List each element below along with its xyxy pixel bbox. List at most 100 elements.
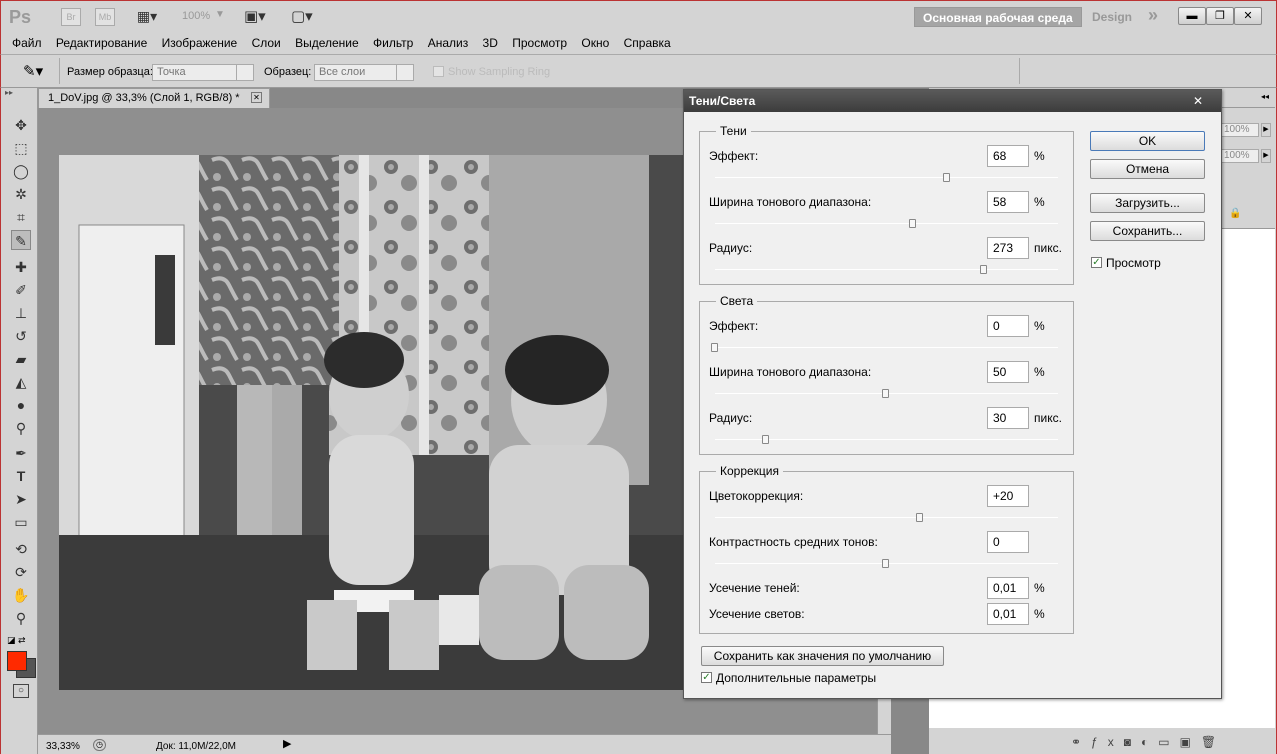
path-select-tool-icon[interactable]: ➤	[11, 489, 31, 509]
divider	[1019, 58, 1020, 84]
highlights-radius-input[interactable]: 30	[987, 407, 1029, 429]
hand-tool-icon[interactable]: ✋	[11, 585, 31, 605]
default-colors-icon[interactable]: ◪ ⇄	[7, 635, 26, 646]
pen-tool-icon[interactable]: ✒	[11, 443, 31, 463]
zoom-level-select[interactable]: 100%	[182, 10, 210, 22]
clone-stamp-tool-icon[interactable]: ⊥	[11, 303, 31, 323]
layers-footer-icons[interactable]: ⚭ƒx◙◐▭▣🗑	[1071, 735, 1226, 749]
zoom-tool-icon[interactable]: ⚲	[11, 608, 31, 628]
3d-orbit-tool-icon[interactable]: ⟳	[11, 562, 31, 582]
menu-select[interactable]: Выделение	[284, 32, 359, 54]
shadows-radius-slider-thumb[interactable]	[980, 265, 987, 274]
shape-tool-icon[interactable]: ▭	[11, 512, 31, 532]
mini-bridge-button[interactable]: Mb	[95, 8, 115, 26]
highlights-amount-input[interactable]: 0	[987, 315, 1029, 337]
lasso-tool-icon[interactable]: ◯	[11, 161, 31, 181]
show-ring-checkbox[interactable]	[433, 66, 444, 77]
marquee-tool-icon[interactable]: ⬚	[11, 138, 31, 158]
close-tab-icon[interactable]: ✕	[251, 92, 262, 103]
eraser-tool-icon[interactable]: ▰	[11, 349, 31, 369]
highlights-amount-slider-thumb[interactable]	[711, 343, 718, 352]
restore-button[interactable]: ❐	[1206, 7, 1234, 25]
workspace-design-button[interactable]: Design	[1084, 7, 1140, 27]
status-menu-arrow-icon[interactable]: ▶	[283, 737, 291, 750]
white-clip-input[interactable]: 0,01	[987, 603, 1029, 625]
film-icon[interactable]: ▦▾	[131, 8, 163, 26]
menu-3d[interactable]: 3D	[472, 32, 498, 54]
minimize-button[interactable]: ▬	[1178, 7, 1206, 25]
menu-image[interactable]: Изображение	[151, 32, 238, 54]
move-tool-icon[interactable]: ✥	[11, 115, 31, 135]
menu-analysis[interactable]: Анализ	[417, 32, 469, 54]
arrange-documents-icon[interactable]: ▣▾	[244, 7, 266, 25]
eyedropper-preset-icon[interactable]: ✎▾	[23, 62, 43, 80]
document-tab[interactable]: 1_DoV.jpg @ 33,3% (Слой 1, RGB/8) * ✕	[38, 88, 270, 108]
menu-layer[interactable]: Слои	[241, 32, 281, 54]
shadows-radius-slider-track[interactable]	[715, 269, 1058, 270]
shadows-tonal-slider-thumb[interactable]	[909, 219, 916, 228]
collapse-icon[interactable]: ▸▸	[5, 88, 13, 97]
blur-tool-icon[interactable]: ●	[11, 395, 31, 415]
color-correction-input[interactable]: +20	[987, 485, 1029, 507]
close-window-button[interactable]: ✕	[1234, 7, 1262, 25]
chevron-down-icon[interactable]: ▼	[215, 9, 225, 20]
collapse-panels-icon[interactable]: ◂◂	[1261, 92, 1269, 101]
shadows-radius-input[interactable]: 273	[987, 237, 1029, 259]
ok-button[interactable]: OK	[1090, 131, 1205, 151]
dodge-tool-icon[interactable]: ⚲	[11, 418, 31, 438]
shadows-amount-slider-track[interactable]	[715, 177, 1058, 178]
more-options-checkbox[interactable]: ✓	[701, 672, 712, 683]
type-tool-icon[interactable]: T	[11, 466, 31, 486]
fill-field[interactable]: 100%	[1221, 149, 1259, 163]
paint-bucket-tool-icon[interactable]: ◭	[11, 372, 31, 392]
lock-icon[interactable]: 🔒	[1229, 208, 1241, 219]
menu-file[interactable]: Файл	[1, 32, 42, 54]
eyedropper-tool-icon[interactable]: ✎	[11, 230, 31, 250]
opacity-field[interactable]: 100%	[1221, 123, 1259, 137]
preview-checkbox[interactable]: ✓	[1091, 257, 1102, 268]
black-clip-input[interactable]: 0,01	[987, 577, 1029, 599]
cancel-button[interactable]: Отмена	[1090, 159, 1205, 179]
save-button[interactable]: Сохранить...	[1090, 221, 1205, 241]
healing-brush-tool-icon[interactable]: ✚	[11, 257, 31, 277]
dialog-close-icon[interactable]: ✕	[1193, 90, 1203, 112]
tools-panel: ▸▸ ✥ ⬚ ◯ ✲ ⌗ ✎ ✚ ✐ ⊥ ↺ ▰ ◭ ● ⚲ ✒ T ➤ ▭ ⟲…	[0, 88, 38, 754]
load-button[interactable]: Загрузить...	[1090, 193, 1205, 213]
menu-filter[interactable]: Фильтр	[362, 32, 413, 54]
adjustments-legend: Коррекция	[716, 464, 784, 478]
opacity-arrow-icon[interactable]: ▶	[1261, 123, 1271, 137]
midtone-contrast-slider-thumb[interactable]	[882, 559, 889, 568]
shadows-amount-slider-thumb[interactable]	[943, 173, 950, 182]
sample-select[interactable]: Все слои	[314, 64, 414, 81]
color-correction-slider-track[interactable]	[715, 517, 1058, 518]
menu-window[interactable]: Окно	[570, 32, 609, 54]
screen-mode-icon[interactable]: ▢▾	[291, 7, 313, 25]
more-workspaces-icon[interactable]: »	[1148, 5, 1158, 26]
menu-help[interactable]: Справка	[613, 32, 671, 54]
menu-edit[interactable]: Редактирование	[45, 32, 147, 54]
highlights-amount-slider-track[interactable]	[715, 347, 1058, 348]
quick-mask-icon[interactable]: ○	[13, 684, 29, 698]
highlights-tonal-slider-thumb[interactable]	[882, 389, 889, 398]
highlights-tonal-input[interactable]: 50	[987, 361, 1029, 383]
photo-image[interactable]	[59, 155, 685, 690]
fill-arrow-icon[interactable]: ▶	[1261, 149, 1271, 163]
color-correction-slider-thumb[interactable]	[916, 513, 923, 522]
workspace-essentials-button[interactable]: Основная рабочая среда	[914, 7, 1082, 27]
midtone-contrast-input[interactable]: 0	[987, 531, 1029, 553]
shadows-amount-input[interactable]: 68	[987, 145, 1029, 167]
history-brush-tool-icon[interactable]: ↺	[11, 326, 31, 346]
save-as-defaults-button[interactable]: Сохранить как значения по умолчанию	[701, 646, 944, 666]
zoom-readout[interactable]: 33,33%	[46, 741, 80, 752]
bridge-button[interactable]: Br	[61, 8, 81, 26]
foreground-color-swatch[interactable]	[7, 651, 27, 671]
menu-view[interactable]: Просмотр	[501, 32, 567, 54]
highlights-radius-slider-thumb[interactable]	[762, 435, 769, 444]
shadows-tonal-slider-track[interactable]	[715, 223, 1058, 224]
brush-tool-icon[interactable]: ✐	[11, 280, 31, 300]
quick-select-tool-icon[interactable]: ✲	[11, 184, 31, 204]
sample-size-select[interactable]: Точка	[152, 64, 254, 81]
crop-tool-icon[interactable]: ⌗	[11, 207, 31, 227]
shadows-tonal-input[interactable]: 58	[987, 191, 1029, 213]
3d-rotate-tool-icon[interactable]: ⟲	[11, 539, 31, 559]
